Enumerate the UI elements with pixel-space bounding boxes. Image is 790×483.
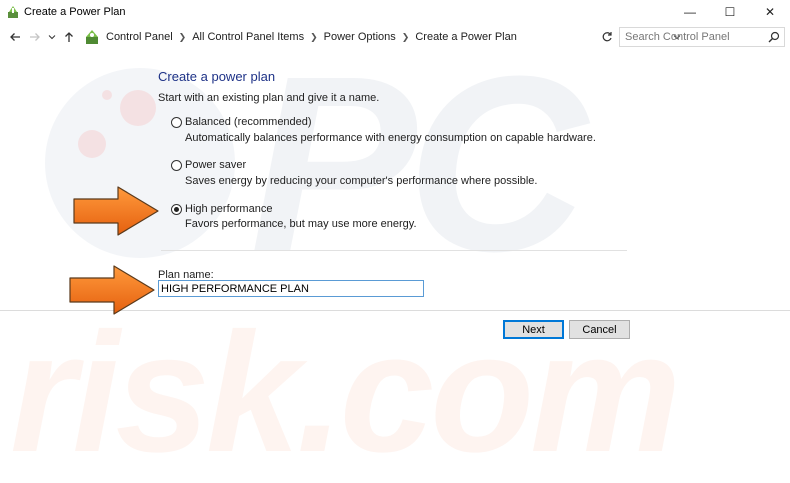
option-label: Power saver bbox=[185, 159, 247, 171]
annotation-arrow-icon bbox=[69, 265, 155, 315]
divider bbox=[161, 250, 627, 251]
radio-power-saver[interactable] bbox=[171, 159, 182, 171]
cancel-button[interactable]: Cancel bbox=[569, 320, 630, 339]
radio-balanced[interactable] bbox=[171, 116, 182, 128]
refresh-icon bbox=[602, 32, 612, 42]
forward-button[interactable] bbox=[25, 27, 45, 47]
option-description: Automatically balances performance with … bbox=[185, 132, 596, 144]
power-options-icon bbox=[8, 6, 18, 18]
minimize-button[interactable]: — bbox=[670, 0, 710, 24]
address-bar[interactable]: Control Panel ❯ All Control Panel Items … bbox=[84, 27, 681, 47]
option-high-performance[interactable]: High performance bbox=[171, 203, 272, 215]
option-label: Balanced (recommended) bbox=[185, 116, 312, 128]
arrow-right-icon bbox=[30, 33, 40, 41]
next-button[interactable]: Next bbox=[503, 320, 564, 339]
option-description: Saves energy by reducing your computer's… bbox=[185, 175, 538, 187]
refresh-button[interactable] bbox=[599, 27, 615, 47]
arrow-left-icon bbox=[10, 33, 20, 41]
search-icon[interactable] bbox=[768, 31, 780, 43]
option-balanced[interactable]: Balanced (recommended) bbox=[171, 116, 312, 128]
back-button[interactable] bbox=[5, 27, 25, 47]
title-bar: Create a Power Plan — ☐ ✕ bbox=[0, 0, 790, 24]
page-title: Create a power plan bbox=[158, 69, 276, 84]
plan-name-input[interactable] bbox=[158, 280, 424, 297]
up-button[interactable] bbox=[59, 27, 79, 47]
window-title: Create a Power Plan bbox=[24, 6, 126, 18]
option-description: Favors performance, but may use more ene… bbox=[185, 218, 417, 230]
maximize-button[interactable]: ☐ bbox=[710, 0, 750, 24]
breadcrumb-separator-icon[interactable]: ❯ bbox=[179, 32, 187, 43]
control-panel-icon bbox=[86, 30, 98, 44]
window-controls: — ☐ ✕ bbox=[670, 0, 790, 24]
option-label: High performance bbox=[185, 203, 273, 215]
breadcrumb-all-items[interactable]: All Control Panel Items bbox=[192, 31, 304, 43]
close-button[interactable]: ✕ bbox=[750, 0, 790, 24]
option-power-saver[interactable]: Power saver bbox=[171, 159, 246, 171]
search-input[interactable] bbox=[620, 31, 760, 43]
recent-locations-button[interactable] bbox=[45, 27, 59, 47]
search-box[interactable] bbox=[619, 27, 785, 47]
breadcrumb-separator-icon[interactable]: ❯ bbox=[402, 32, 410, 43]
annotation-arrow-icon bbox=[73, 186, 159, 236]
breadcrumb-power-options[interactable]: Power Options bbox=[324, 31, 396, 43]
arrow-up-icon bbox=[65, 32, 73, 42]
breadcrumb-control-panel[interactable]: Control Panel bbox=[106, 31, 173, 43]
breadcrumb-create-power-plan[interactable]: Create a Power Plan bbox=[415, 31, 517, 43]
breadcrumb-separator-icon[interactable]: ❯ bbox=[310, 32, 318, 43]
radio-high-performance[interactable] bbox=[171, 203, 182, 215]
chevron-down-icon bbox=[48, 35, 56, 40]
page-subtitle: Start with an existing plan and give it … bbox=[158, 92, 380, 104]
